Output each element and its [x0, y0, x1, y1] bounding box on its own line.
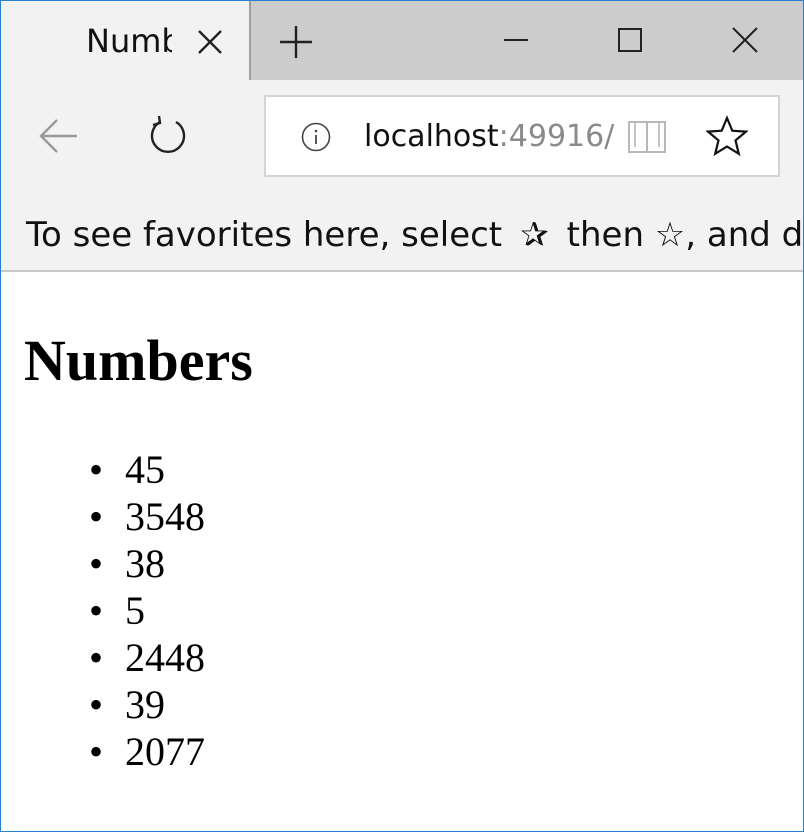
url-text[interactable]: localhost:49916/	[364, 117, 614, 157]
page-content: Numbers 4535483852448392077	[1, 272, 803, 831]
list-item: 2448	[1, 634, 205, 681]
tab-title: Numbers	[86, 22, 172, 60]
maximize-icon[interactable]	[612, 20, 648, 60]
window-close-icon[interactable]	[727, 20, 763, 60]
list-item: 38	[1, 540, 205, 587]
list-item: 2077	[1, 728, 205, 775]
numbers-list: 4535483852448392077	[1, 446, 205, 775]
list-item: 5	[1, 587, 205, 634]
refresh-icon[interactable]	[146, 114, 190, 158]
back-icon[interactable]	[35, 116, 81, 156]
list-item: 39	[1, 681, 205, 728]
minimize-icon[interactable]	[498, 20, 534, 60]
url-port: :49916/	[498, 119, 615, 154]
plus-icon[interactable]	[277, 23, 315, 61]
address-bar[interactable]: localhost:49916/	[264, 95, 780, 177]
favorites-hint-start: To see favorites here, select	[26, 215, 503, 255]
list-item: 45	[1, 446, 205, 493]
star-icon[interactable]	[706, 115, 748, 157]
list-item: 3548	[1, 493, 205, 540]
info-icon[interactable]	[300, 121, 332, 153]
navigation-bar: localhost:49916/	[1, 80, 803, 197]
page-title: Numbers	[24, 328, 253, 393]
favorites-bar-hint: To see favorites here, select ✰ then ☆, an…	[26, 215, 803, 255]
url-host: localhost	[364, 119, 499, 154]
favorites-bar: To see favorites here, select ✰ then ☆, an…	[1, 197, 803, 272]
tab-active[interactable]: Numbers	[1, 1, 251, 80]
favorites-hint-end: then ☆, and drag to the Favorites Bar fo…	[566, 215, 803, 255]
browser-window: Numbers	[0, 0, 804, 832]
favorites-list-icon: ✰	[520, 215, 549, 255]
close-icon[interactable]	[193, 25, 227, 59]
title-bar: Numbers	[1, 1, 803, 80]
reading-view-icon[interactable]	[626, 117, 668, 157]
